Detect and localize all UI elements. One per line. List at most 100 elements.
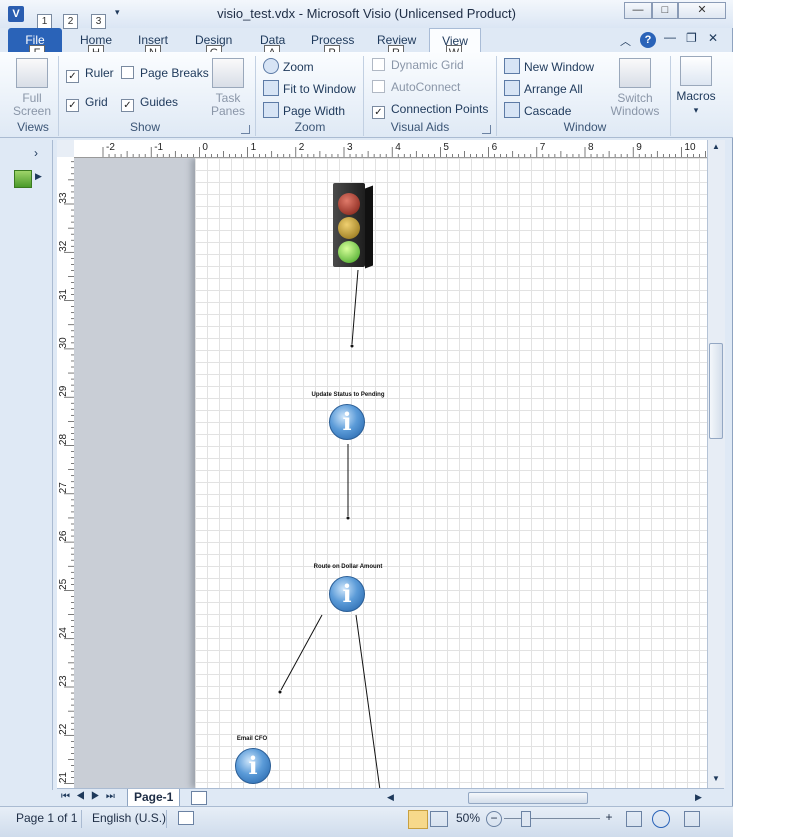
title-bar: V 1 2 3 ▾ visio_test.vdx - Microsoft Vis… (0, 0, 733, 29)
shape-label-update-status: Update Status to Pending (311, 392, 385, 398)
scroll-left-icon[interactable]: ◀ (387, 792, 394, 803)
new-window-icon (504, 58, 520, 74)
ribbon-view: Full Screen Views ✓ Ruler Page Breaks ✓ Gr… (0, 52, 733, 138)
task-panes-label: Task Panes (210, 91, 246, 118)
drawing-canvas[interactable]: Update Status to Pending i Route on Doll… (74, 158, 707, 788)
minimize-ribbon-icon[interactable]: ︿ (620, 33, 631, 49)
shapes-pane-collapsed: › ▶ (8, 140, 53, 790)
autoconnect-check-icon (372, 80, 385, 93)
info-shape-email-cfo[interactable]: i (235, 748, 271, 784)
zoom-in-icon[interactable]: + (602, 811, 616, 825)
fit-page-icon[interactable] (626, 811, 642, 827)
shapes-stencil-icon[interactable] (14, 170, 32, 188)
close-button[interactable]: ✕ (678, 2, 726, 19)
ruler-label: 26 (58, 530, 69, 542)
maximize-button[interactable]: □ (652, 2, 678, 19)
ruler-corner (57, 140, 75, 158)
minimize-button[interactable]: — (624, 2, 652, 19)
grid-check-icon: ✓ (66, 99, 79, 112)
expand-pane-icon[interactable]: › (34, 146, 38, 160)
full-screen-button[interactable]: Full Screen (12, 58, 52, 118)
page-status[interactable]: Page 1 of 1 (16, 811, 77, 825)
page-width-label: Page Width (283, 104, 346, 118)
ruler-check-icon: ✓ (66, 70, 79, 83)
horizontal-scroll-thumb[interactable] (468, 792, 588, 804)
vertical-scroll-thumb[interactable] (709, 343, 723, 439)
ruler-label: 25 (58, 578, 69, 590)
shape-label-route-on-dollar: Route on Dollar Amount (313, 564, 383, 570)
switch-windows-button[interactable]: Switch Windows (606, 58, 664, 118)
zoom-slider[interactable] (504, 818, 600, 819)
arrange-all-button[interactable]: Arrange All (504, 80, 583, 96)
grid-checkbox[interactable]: ✓ Grid (66, 95, 108, 112)
ruler-label: 3 (347, 142, 353, 153)
ruler-checkbox[interactable]: ✓ Ruler (66, 66, 114, 83)
green-light-icon (338, 241, 360, 263)
window-group-label: Window (563, 120, 607, 134)
info-shape-update-status[interactable]: i (329, 404, 365, 440)
vertical-ruler[interactable]: 33 32 31 30 29 28 27 26 25 24 23 22 21 (57, 157, 75, 788)
new-window-button[interactable]: New Window (504, 58, 594, 74)
connector-endpoint (278, 690, 282, 694)
visual-aids-dialog-launcher-icon[interactable] (482, 125, 491, 134)
insert-page-icon[interactable] (191, 791, 207, 805)
doc-minimize-icon[interactable]: — (664, 30, 676, 44)
fit-to-window-button[interactable]: Fit to Window (263, 80, 356, 96)
separator (81, 810, 82, 828)
ruler-label: 23 (58, 675, 69, 687)
dynamic-grid-checkbox[interactable]: Dynamic Grid (372, 58, 464, 72)
horizontal-ruler[interactable]: -2 -1 0 1 2 3 4 5 6 7 8 9 10 (74, 140, 707, 158)
zoom-group-label: Zoom (294, 120, 326, 134)
zoom-out-icon[interactable]: − (486, 811, 502, 827)
task-panes-button[interactable]: Task Panes (208, 58, 248, 118)
connector-endpoint (350, 344, 354, 348)
zoom-level[interactable]: 50% (456, 811, 480, 825)
vertical-scrollbar[interactable]: ▲ ▼ (707, 140, 725, 788)
separator (255, 56, 256, 136)
connector-line[interactable] (351, 269, 359, 345)
stencil-arrow-icon[interactable]: ▶ (35, 171, 42, 182)
pan-zoom-icon[interactable] (652, 810, 670, 828)
ruler-label: 4 (395, 142, 401, 153)
fit-window-icon (263, 80, 279, 96)
cascade-button[interactable]: Cascade (504, 102, 571, 118)
traffic-light-shape[interactable] (333, 183, 375, 271)
show-dialog-launcher-icon[interactable] (241, 125, 250, 134)
separator (363, 56, 364, 136)
ruler-label: 1 (251, 142, 257, 153)
help-icon[interactable]: ? (640, 32, 656, 48)
zoom-label: Zoom (283, 60, 314, 74)
macro-record-icon[interactable] (178, 811, 194, 825)
connection-points-checkbox[interactable]: ✓ Connection Points (372, 102, 488, 119)
page-breaks-checkbox[interactable]: Page Breaks (121, 66, 209, 80)
zoom-slider-thumb[interactable] (521, 811, 531, 827)
autoconnect-checkbox[interactable]: AutoConnect (372, 80, 460, 94)
scroll-down-icon[interactable]: ▼ (712, 774, 720, 783)
language-status[interactable]: English (U.S.) (92, 811, 166, 825)
connector-line[interactable] (280, 614, 323, 691)
switch-windows-label: Switch Windows (610, 91, 660, 118)
visio-window: V 1 2 3 ▾ visio_test.vdx - Microsoft Vis… (0, 0, 733, 837)
doc-close-icon[interactable]: ✕ (708, 31, 718, 45)
scroll-right-icon[interactable]: ▶ (695, 792, 702, 803)
guides-check-icon: ✓ (121, 99, 134, 112)
connector-line[interactable] (355, 614, 381, 788)
visual-aids-group-label: Visual Aids (390, 120, 450, 134)
normal-view-icon[interactable] (408, 810, 428, 829)
horizontal-ruler-ticks: -2 -1 0 1 2 3 4 5 6 7 8 9 10 (102, 142, 706, 157)
switch-windows-status-icon[interactable] (684, 811, 700, 827)
task-panes-icon (212, 58, 244, 88)
full-screen-label: Full Screen (12, 91, 52, 118)
page-width-button[interactable]: Page Width (263, 102, 345, 118)
connection-points-check-icon: ✓ (372, 106, 385, 119)
guides-checkbox[interactable]: ✓ Guides (121, 95, 178, 112)
page-nav-arrows-icon[interactable]: ⏮◀▶⏭ (61, 791, 121, 802)
scroll-up-icon[interactable]: ▲ (712, 142, 720, 151)
page-breaks-label: Page Breaks (140, 66, 209, 80)
macros-button[interactable]: Macros ▾ (676, 56, 716, 117)
zoom-button[interactable]: Zoom (263, 58, 314, 74)
full-screen-view-icon[interactable] (430, 811, 448, 827)
doc-restore-icon[interactable]: ❐ (686, 31, 697, 45)
info-shape-route-on-dollar[interactable]: i (329, 576, 365, 612)
dynamic-grid-check-icon (372, 58, 385, 71)
